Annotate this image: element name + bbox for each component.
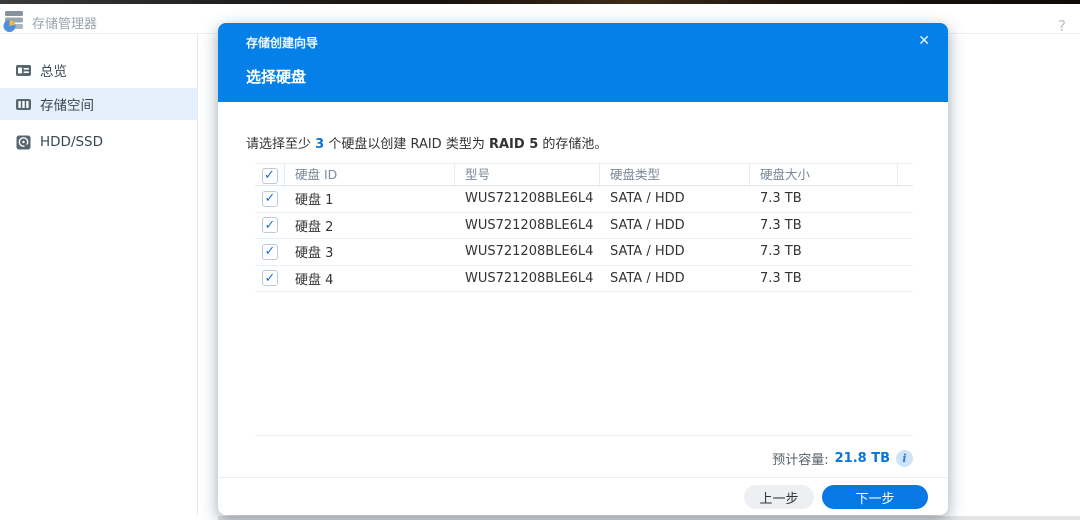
estimated-capacity: 预计容量: 21.8 TB i xyxy=(772,449,913,468)
disk-size: 7.3 TB xyxy=(750,244,898,259)
check-icon: ✓ xyxy=(265,245,276,258)
window-bottom-edge xyxy=(218,516,1080,520)
checkbox-cell: ✓ xyxy=(255,266,285,292)
select-all-checkbox[interactable]: ✓ xyxy=(262,168,278,184)
checkbox-cell: ✓ xyxy=(255,239,285,265)
close-icon[interactable]: ✕ xyxy=(918,33,930,49)
sidebar-item-storage-space[interactable]: 存储空间 xyxy=(0,88,197,120)
overview-icon xyxy=(14,61,32,79)
disk-type: SATA / HDD xyxy=(600,191,750,206)
disk-type: SATA / HDD xyxy=(600,271,750,286)
row-checkbox[interactable]: ✓ xyxy=(262,244,278,260)
instruction-raid-type: RAID 5 xyxy=(489,137,538,152)
info-icon[interactable]: i xyxy=(896,450,913,467)
instruction-text: 请选择至少 3 个硬盘以创建 RAID 类型为 RAID 5 的存储池。 xyxy=(246,133,607,152)
dialog-footer: 上一步 下一步 xyxy=(744,485,928,509)
disk-model: WUS721208BLE6L4 xyxy=(455,271,600,286)
disk-type: SATA / HDD xyxy=(600,218,750,233)
instruction-prefix: 请选择至少 xyxy=(246,137,315,152)
next-step-button[interactable]: 下一步 xyxy=(822,485,928,509)
instruction-suffix: 的存储池。 xyxy=(538,137,607,152)
disk-table: ✓ 硬盘 ID 型号 硬盘类型 硬盘大小 ✓ 硬盘 1 WUS721208BLE… xyxy=(255,163,913,292)
storage-creation-wizard-dialog: 存储创建向导 选择硬盘 ✕ 请选择至少 3 个硬盘以创建 RAID 类型为 RA… xyxy=(218,23,948,515)
table-row-disk-2[interactable]: ✓ 硬盘 2 WUS721208BLE6L4 SATA / HDD 7.3 TB xyxy=(255,213,913,240)
disk-id: 硬盘 1 xyxy=(285,189,455,208)
row-checkbox[interactable]: ✓ xyxy=(262,191,278,207)
table-row-disk-4[interactable]: ✓ 硬盘 4 WUS721208BLE6L4 SATA / HDD 7.3 TB xyxy=(255,266,913,293)
disk-size: 7.3 TB xyxy=(750,271,898,286)
select-all-cell: ✓ xyxy=(255,164,285,187)
disk-size: 7.3 TB xyxy=(750,191,898,206)
check-icon: ✓ xyxy=(265,272,276,285)
storage-space-icon xyxy=(14,95,32,113)
previous-step-button[interactable]: 上一步 xyxy=(744,485,814,509)
sidebar-divider xyxy=(197,33,198,515)
disk-size: 7.3 TB xyxy=(750,218,898,233)
column-header-model[interactable]: 型号 xyxy=(455,164,600,187)
disk-model: WUS721208BLE6L4 xyxy=(455,244,600,259)
checkbox-cell: ✓ xyxy=(255,186,285,212)
disk-table-header-row: ✓ 硬盘 ID 型号 硬盘类型 硬盘大小 xyxy=(255,163,913,186)
footer-divider xyxy=(218,477,948,478)
column-header-disk-id[interactable]: 硬盘 ID xyxy=(285,164,455,187)
capacity-divider xyxy=(255,435,913,436)
instruction-middle: 个硬盘以创建 RAID 类型为 xyxy=(324,137,489,152)
hdd-disk-icon xyxy=(14,133,32,151)
sidebar-item-hdd-ssd[interactable]: HDD/SSD xyxy=(0,126,197,158)
checkbox-cell: ✓ xyxy=(255,213,285,239)
capacity-value: 21.8 TB xyxy=(835,451,890,466)
disk-table-body: ✓ 硬盘 1 WUS721208BLE6L4 SATA / HDD 7.3 TB… xyxy=(255,186,913,292)
table-row-disk-3[interactable]: ✓ 硬盘 3 WUS721208BLE6L4 SATA / HDD 7.3 TB xyxy=(255,239,913,266)
sidebar-item-label: 总览 xyxy=(40,60,67,80)
instruction-disk-count: 3 xyxy=(315,137,324,152)
disk-model: WUS721208BLE6L4 xyxy=(455,218,600,233)
row-checkbox[interactable]: ✓ xyxy=(262,270,278,286)
column-header-disk-size[interactable]: 硬盘大小 xyxy=(750,164,898,187)
check-icon: ✓ xyxy=(265,219,276,232)
capacity-label: 预计容量: xyxy=(772,449,828,468)
sidebar-item-overview[interactable]: 总览 xyxy=(0,54,197,86)
disk-id: 硬盘 4 xyxy=(285,269,455,288)
sidebar-item-label: HDD/SSD xyxy=(40,134,103,150)
sidebar-item-label: 存储空间 xyxy=(40,94,94,114)
column-header-disk-type[interactable]: 硬盘类型 xyxy=(600,164,750,187)
row-checkbox[interactable]: ✓ xyxy=(262,217,278,233)
storage-manager-app-icon xyxy=(2,9,26,33)
disk-id: 硬盘 2 xyxy=(285,216,455,235)
dialog-step-title: 选择硬盘 xyxy=(246,66,306,87)
check-icon: ✓ xyxy=(264,169,275,182)
check-icon: ✓ xyxy=(265,192,276,205)
table-row-disk-1[interactable]: ✓ 硬盘 1 WUS721208BLE6L4 SATA / HDD 7.3 TB xyxy=(255,186,913,213)
disk-type: SATA / HDD xyxy=(600,244,750,259)
dialog-title: 存储创建向导 xyxy=(246,34,318,51)
column-header-spacer xyxy=(898,164,913,187)
disk-id: 硬盘 3 xyxy=(285,242,455,261)
dialog-header: 存储创建向导 选择硬盘 ✕ xyxy=(218,23,948,102)
disk-model: WUS721208BLE6L4 xyxy=(455,191,600,206)
app-title: 存储管理器 xyxy=(32,13,97,32)
sidebar: 总览 存储空间 HDD/SSD xyxy=(0,34,197,515)
